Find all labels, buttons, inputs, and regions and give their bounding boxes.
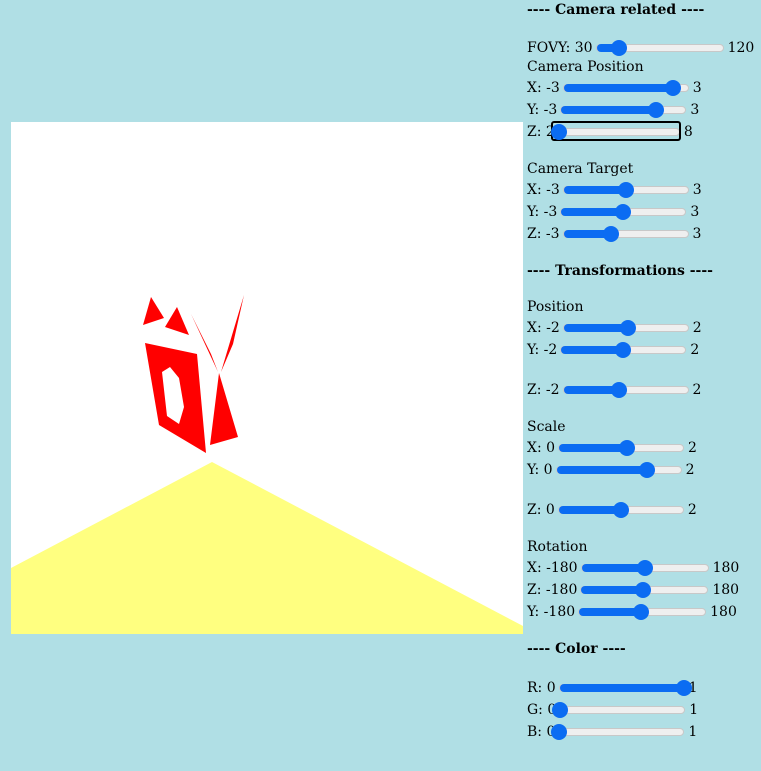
camera-position-z-slider[interactable] [550,121,681,141]
scale-x-label: X: 0 [527,440,556,456]
scale-z-label: Z: 0 [527,502,555,518]
position-z-slider[interactable] [562,382,689,398]
scale-y-label: Y: 0 [527,462,553,478]
position-y-row: Y: -2 2 [527,340,699,360]
camera-target-z-max: 3 [692,226,702,242]
cube-face-fragment [165,307,189,335]
scale-y-max: 2 [685,462,695,478]
position-x-label: X: -2 [527,320,560,336]
floor-plane [11,462,523,634]
scale-y-row: Y: 0 2 [527,460,695,480]
color-r-slider[interactable] [558,680,692,696]
color-g-max: 1 [689,702,699,718]
position-y-slider[interactable] [560,342,687,358]
camera-position-y-label: Y: -3 [527,102,558,118]
camera-target-x-max: 3 [692,182,702,198]
camera-position-x-slider[interactable] [562,80,689,96]
camera-target-y-max: 3 [690,204,700,220]
camera-position-x-label: X: -3 [527,80,560,96]
color-g-slider[interactable] [552,702,686,718]
cube-face-fragment [143,297,164,325]
fovy-slider[interactable] [595,40,724,56]
camera-heading: ---- Camera related ---- [527,2,705,18]
camera-target-label: Camera Target [527,161,634,177]
scene-svg [11,295,523,634]
color-heading: ---- Color ---- [527,641,626,657]
position-z-max: 2 [692,382,702,398]
camera-target-x-slider[interactable] [562,182,689,198]
scale-z-max: 2 [687,502,697,518]
camera-target-z-slider[interactable] [562,226,689,242]
camera-target-x-label: X: -3 [527,182,560,198]
position-x-slider[interactable] [562,320,689,336]
rotation-x-slider[interactable] [580,560,709,576]
scale-z-slider[interactable] [557,502,684,518]
rotation-y-label: Y: -180 [527,604,576,620]
fovy-slider-row: FOVY: 30 120 [527,38,754,58]
rotation-x-label: X: -180 [527,560,578,576]
color-r-row: R: 0 1 [527,678,698,698]
color-r-label: R: 0 [527,680,556,696]
rotation-z-slider[interactable] [580,582,709,598]
camera-position-x-max: 3 [692,80,702,96]
rotation-label: Rotation [527,539,588,555]
transform-position-label: Position [527,299,584,315]
camera-target-y-row: Y: -3 3 [527,202,699,222]
cube-face-fragment [210,373,238,445]
rotation-y-row: Y: -180 180 [527,602,737,622]
scale-x-max: 2 [688,440,697,456]
rotation-x-row: X: -180 180 [527,558,739,578]
color-b-max: 1 [688,724,698,740]
rotation-x-max: 180 [712,560,740,576]
camera-position-x-row: X: -3 3 [527,78,702,98]
scale-x-slider[interactable] [558,440,685,456]
position-x-max: 2 [692,320,702,336]
scale-label: Scale [527,419,566,435]
position-y-max: 2 [690,342,700,358]
rotated-cube [143,295,244,453]
scale-z-row: Z: 0 2 [527,500,697,520]
camera-target-y-label: Y: -3 [527,204,558,220]
position-z-row: Z: -2 2 [527,380,701,400]
color-b-row: B: 0 1 [527,722,697,742]
fovy-max-label: 120 [727,40,755,56]
camera-target-y-slider[interactable] [560,204,687,220]
cube-front-face [145,343,206,453]
camera-target-z-label: Z: -3 [527,226,560,242]
camera-position-y-slider[interactable] [560,102,687,118]
position-z-label: Z: -2 [527,382,560,398]
cube-face-fragment [221,295,244,372]
camera-position-z-row: Z: 2 8 [527,121,693,142]
rotation-z-label: Z: -180 [527,582,578,598]
transformations-heading: ---- Transformations ---- [527,263,713,279]
color-b-slider[interactable] [551,724,685,740]
focus-ring [550,121,681,141]
fovy-label: FOVY: 30 [527,40,593,56]
camera-position-y-max: 3 [690,102,700,118]
color-g-row: G: 0 1 [527,700,698,720]
position-y-label: Y: -2 [527,342,558,358]
webgl-canvas [11,122,523,634]
scale-y-slider[interactable] [555,462,682,478]
camera-target-z-row: Z: -3 3 [527,224,701,244]
scale-x-row: X: 0 2 [527,438,697,458]
camera-target-x-row: X: -3 3 [527,180,702,200]
rotation-y-slider[interactable] [578,604,707,620]
position-x-row: X: -2 2 [527,318,702,338]
rotation-y-max: 180 [710,604,737,620]
rotation-z-row: Z: -180 180 [527,580,739,600]
camera-position-label: Camera Position [527,59,644,75]
camera-position-z-max: 8 [683,124,693,140]
controls-panel: ---- Camera related ---- FOVY: 30 120 Ca… [527,0,761,771]
camera-position-y-row: Y: -3 3 [527,100,699,120]
rotation-z-max: 180 [712,582,740,598]
